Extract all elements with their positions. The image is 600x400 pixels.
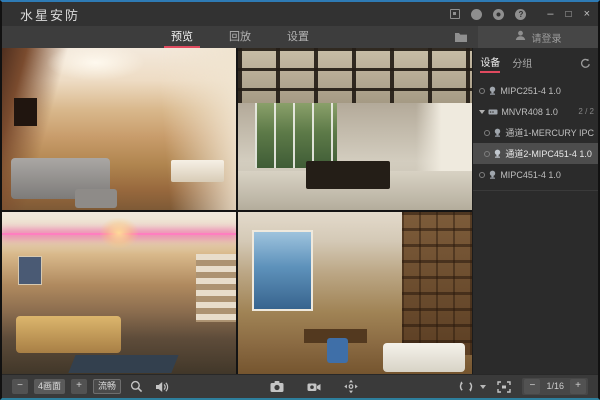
volume-icon[interactable]	[155, 381, 169, 393]
ottoman-shape	[75, 189, 117, 208]
page-indicator: 1/16	[542, 379, 568, 394]
page-next-button[interactable]: +	[570, 379, 586, 394]
device-row[interactable]: MIPC451-4 1.0	[473, 164, 598, 185]
sidebar-tab-device[interactable]: 设备	[480, 54, 500, 73]
tab-preview[interactable]: 预览	[170, 26, 194, 48]
minimize-button[interactable]: –	[547, 9, 553, 20]
layout-minus-button[interactable]: −	[12, 379, 28, 394]
camera-icon	[493, 128, 502, 138]
garden-window-shape	[255, 103, 337, 168]
gold-sofa-shape	[16, 316, 121, 353]
capture-tools	[267, 379, 362, 394]
status-dot-icon	[479, 172, 485, 178]
device-row[interactable]: MIPC251-4 1.0	[473, 80, 598, 101]
device-label: MIPC251-4 1.0	[500, 86, 561, 96]
stairs-shape	[196, 254, 236, 322]
folder-icon[interactable]	[454, 32, 468, 43]
gallery-icon[interactable]	[450, 9, 460, 19]
login-label: 请登录	[532, 30, 562, 45]
dining-table-shape	[171, 160, 225, 183]
camera-icon	[488, 170, 497, 180]
blue-chair-shape	[327, 338, 348, 362]
table-shape	[306, 161, 390, 189]
layout-label: 4画面	[34, 379, 65, 394]
app-title: 水星安防	[20, 5, 80, 24]
titlebar: 水星安防 ? – □ ×	[2, 2, 598, 26]
nvr-icon	[488, 108, 498, 116]
close-button[interactable]: ×	[584, 9, 590, 20]
coffered-ceiling-shape	[238, 48, 472, 103]
record-icon[interactable]	[307, 381, 322, 393]
status-dot-icon	[484, 130, 490, 136]
main-tabbar: 预览 回放 设置 请登录	[2, 26, 598, 48]
snapshot-icon[interactable]	[270, 380, 285, 393]
blue-window-shape	[252, 230, 313, 311]
tour-dropdown-caret[interactable]	[480, 385, 486, 389]
layout-plus-button[interactable]: +	[71, 379, 87, 394]
refresh-icon[interactable]	[580, 58, 591, 69]
bookshelf-shape	[402, 212, 472, 355]
device-row[interactable]: MNVR408 1.0 2 / 2	[473, 101, 598, 122]
skin-icon[interactable]	[471, 9, 482, 20]
device-label: 通道2-MIPC451-4 1.0	[505, 147, 592, 160]
list-divider	[473, 190, 598, 191]
device-label: MIPC451-4 1.0	[500, 170, 561, 180]
titlebar-actions: ? – □ ×	[450, 9, 590, 20]
device-row[interactable]: 通道1-MERCURY IPC	[473, 122, 598, 143]
device-label: MNVR408 1.0	[501, 107, 558, 117]
rug-shape	[69, 355, 179, 373]
device-list: MIPC251-4 1.0 MNVR408 1.0 2 / 2 通道1-MERC	[473, 80, 598, 191]
help-icon[interactable]: ?	[515, 9, 526, 20]
daybed-shape	[383, 343, 465, 372]
video-grid	[2, 48, 472, 374]
channel-count: 2 / 2	[578, 107, 594, 116]
bottom-toolbar: − 4画面 + 流畅	[2, 374, 598, 398]
user-icon	[515, 30, 526, 44]
login-button[interactable]: 请登录	[478, 26, 598, 48]
tour-loop-icon[interactable]	[459, 380, 473, 393]
device-row-selected[interactable]: 通道2-MIPC451-4 1.0	[473, 143, 598, 164]
window-controls: – □ ×	[547, 9, 590, 20]
stream-quality-button[interactable]: 流畅	[93, 379, 121, 394]
wall-art-shape	[18, 256, 41, 285]
camera-icon	[488, 86, 497, 96]
main-tabs: 预览 回放 设置	[170, 26, 310, 48]
camera-pane-2[interactable]	[238, 48, 472, 210]
device-label: 通道1-MERCURY IPC	[505, 126, 594, 139]
camera-icon	[493, 149, 502, 159]
content-area: 设备 分组 MIPC251-4 1.0	[2, 48, 598, 374]
sidebar-tabs: 设备 分组	[473, 48, 598, 76]
device-sidebar: 设备 分组 MIPC251-4 1.0	[472, 48, 598, 374]
expand-caret-icon[interactable]	[479, 110, 485, 114]
ptz-icon[interactable]	[344, 379, 359, 394]
tv-shape	[14, 98, 37, 126]
page-control: − 1/16 +	[522, 378, 588, 395]
maximize-button[interactable]: □	[566, 9, 572, 20]
view-tools: − 1/16 +	[456, 378, 588, 395]
camera-pane-1[interactable]	[2, 48, 236, 210]
fullscreen-icon[interactable]	[497, 381, 511, 393]
digital-zoom-icon[interactable]	[130, 380, 143, 393]
status-dot-icon	[484, 151, 490, 157]
camera-pane-3[interactable]	[2, 212, 236, 374]
sidebar-tab-group[interactable]: 分组	[512, 55, 532, 72]
camera-pane-4[interactable]	[238, 212, 472, 374]
app-window: 水星安防 ? – □ × 预览 回放 设置 请登录	[0, 0, 600, 400]
page-prev-button[interactable]: −	[524, 379, 540, 394]
tab-settings[interactable]: 设置	[286, 26, 310, 48]
settings-icon[interactable]	[493, 9, 504, 20]
chandelier-glow-shape	[100, 218, 137, 247]
tab-playback[interactable]: 回放	[228, 26, 252, 48]
status-dot-icon	[479, 88, 485, 94]
